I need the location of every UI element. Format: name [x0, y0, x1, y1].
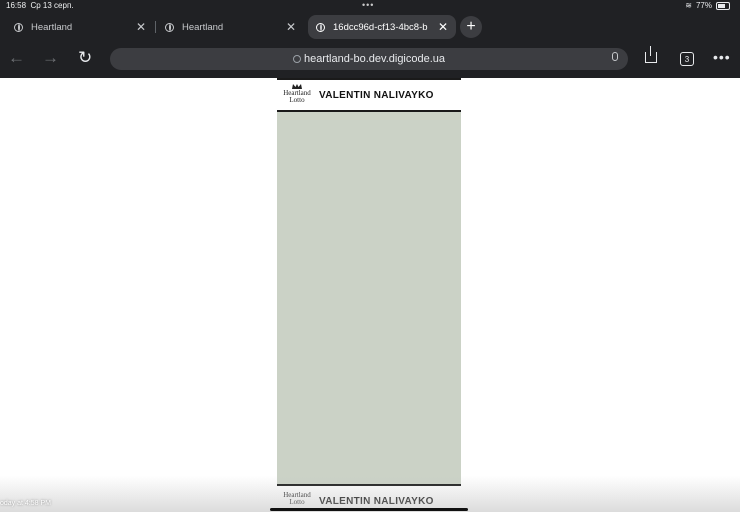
ticket-body: [277, 112, 461, 484]
tab-1[interactable]: Heartland ✕: [6, 15, 154, 39]
player-name: VALENTIN NALIVAYKO: [319, 90, 434, 101]
lottery-ticket: Heartland Lotto VALENTIN NALIVAYKO Heart…: [277, 78, 461, 512]
home-indicator[interactable]: [270, 508, 468, 511]
multitasking-dots-icon[interactable]: •••: [362, 0, 374, 10]
status-time: 16:58 Ср 13 серп.: [6, 1, 74, 10]
wifi-icon: ≋: [685, 1, 692, 10]
close-tab-2-icon[interactable]: ✕: [286, 20, 296, 34]
logo-line-2: Lotto: [289, 96, 305, 104]
tab-2-title: Heartland: [182, 21, 224, 33]
heartland-lotto-logo: Heartland Lotto: [281, 84, 313, 108]
tab-strip: Heartland ✕ Heartland ✕ 16dcc96d-cf13-4b…: [0, 15, 740, 41]
forward-arrow-icon[interactable]: →: [42, 48, 59, 68]
battery-percent: 77%: [695, 1, 712, 10]
tab-1-title: Heartland: [31, 21, 73, 33]
status-date: Ср 13 серп.: [30, 1, 74, 10]
status-right: ≋ 77%: [685, 1, 730, 10]
tab-divider: [155, 21, 156, 33]
share-icon[interactable]: [645, 46, 657, 63]
site-info-icon[interactable]: [292, 55, 301, 63]
screenshot-caption: oday at 4:58 PM: [0, 500, 51, 507]
tab-3-title: 16dcc96d-cf13-4bc8-b: [333, 21, 428, 33]
close-tab-3-icon[interactable]: ✕: [438, 20, 448, 34]
url-text: heartland-bo.dev.digicode.ua: [303, 53, 446, 65]
ticket-header: Heartland Lotto VALENTIN NALIVAYKO: [277, 78, 461, 112]
new-tab-button[interactable]: +: [460, 16, 482, 38]
globe-icon: [165, 22, 174, 32]
globe-icon: [14, 22, 23, 32]
tab-2[interactable]: Heartland ✕: [157, 15, 304, 39]
tab-count-button[interactable]: 3: [680, 52, 694, 66]
heartland-lotto-logo-footer: Heartland Lotto: [281, 492, 313, 516]
more-options-icon[interactable]: •••: [713, 50, 731, 64]
microphone-icon[interactable]: [612, 52, 618, 61]
footer-player-name: VALENTIN NALIVAYKO: [319, 496, 434, 507]
tab-3-active[interactable]: 16dcc96d-cf13-4bc8-b ✕: [308, 15, 456, 39]
battery-icon: [716, 1, 730, 10]
footer-logo-line-2: Lotto: [289, 498, 305, 506]
browser-toolbar: ← → ↻ heartland-bo.dev.digicode.ua 3 •••: [0, 44, 740, 76]
address-bar[interactable]: heartland-bo.dev.digicode.ua: [110, 48, 628, 70]
close-tab-1-icon[interactable]: ✕: [136, 20, 146, 34]
back-arrow-icon[interactable]: ←: [8, 48, 25, 68]
globe-icon: [316, 22, 325, 32]
crown-icon: [292, 84, 302, 89]
status-bar: 16:58 Ср 13 серп. ••• ≋ 77%: [0, 0, 740, 12]
reload-icon[interactable]: ↻: [78, 48, 92, 68]
browser-chrome: 16:58 Ср 13 серп. ••• ≋ 77% Heartland ✕ …: [0, 0, 740, 78]
